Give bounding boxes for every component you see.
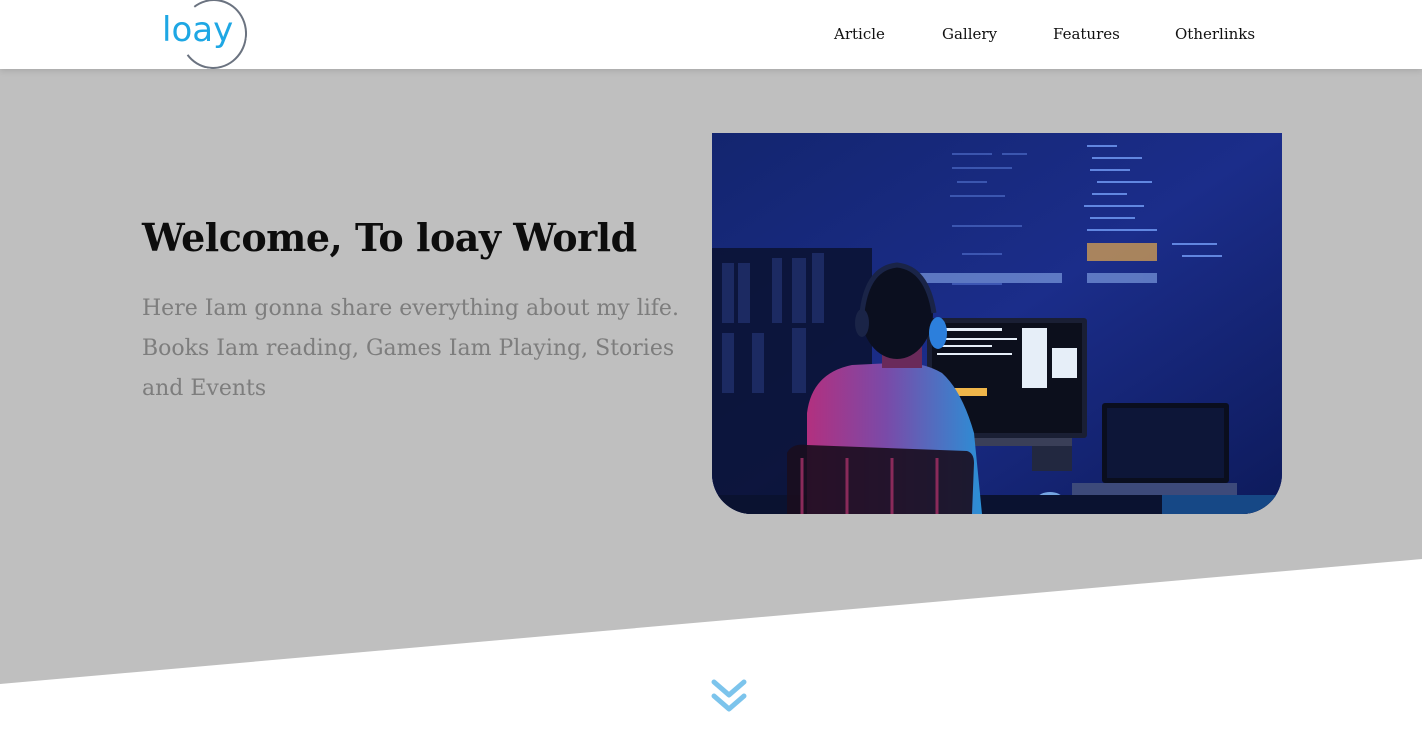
double-chevron-down-icon[interactable] [710, 678, 748, 716]
main-nav: Article Gallery Features Otherlinks [0, 24, 1422, 46]
nav-link-gallery[interactable]: Gallery [942, 24, 997, 44]
hero-description: Here Iam gonna share everything about my… [142, 296, 679, 401]
site-header: loay Article Gallery Features Otherlinks [0, 0, 1422, 74]
nav-link-article[interactable]: Article [834, 24, 885, 44]
nav-link-features[interactable]: Features [1053, 24, 1120, 44]
nav-link-otherlinks[interactable]: Otherlinks [1175, 24, 1255, 44]
hero-image [712, 133, 1282, 514]
hero-title: Welcome, To loay World [142, 215, 637, 260]
